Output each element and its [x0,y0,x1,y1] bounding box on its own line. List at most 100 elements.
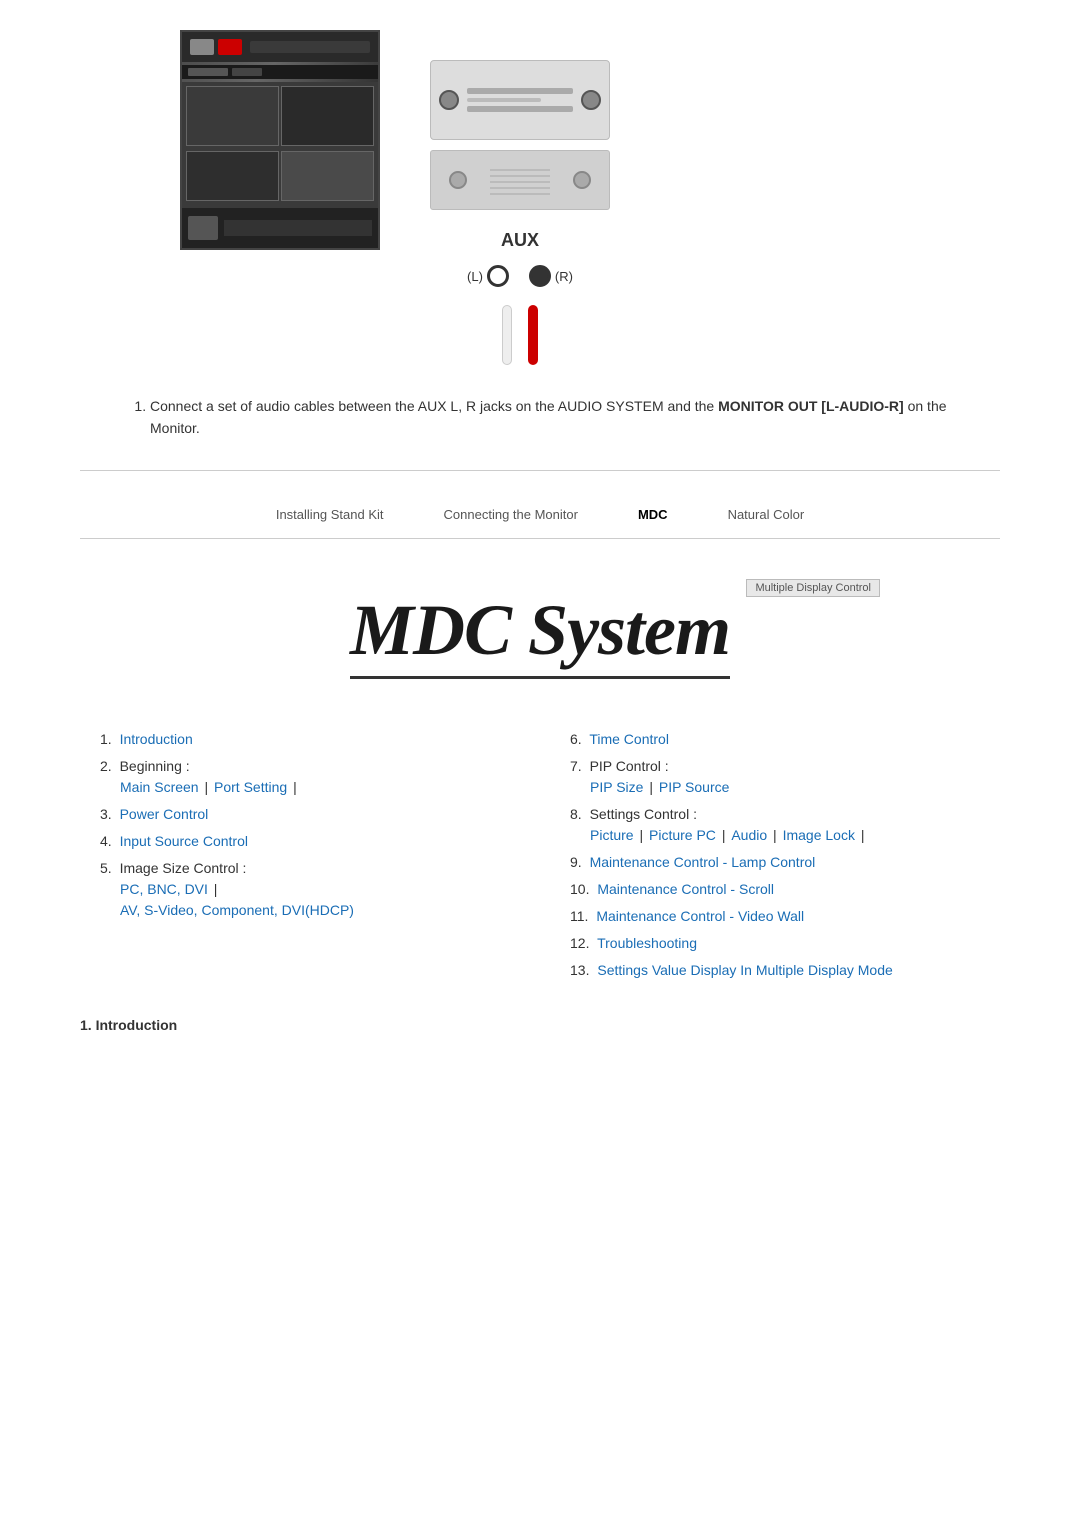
jack-circle-left [487,265,509,287]
toc-link-av-svideo[interactable]: AV, S-Video, Component, DVI(HDCP) [120,902,354,918]
audio-cables [502,305,538,365]
toc-link-scroll[interactable]: Maintenance Control - Scroll [597,881,774,897]
toc-num-4: 4. [100,833,112,849]
toc-link-audio[interactable]: Audio [731,827,767,843]
mdc-system-title: MDC System [350,589,730,679]
toc-sep: | [204,779,212,795]
toc-num-11: 11. [570,908,588,924]
top-images-section: AUX (L) (R) [80,30,1000,365]
toc-item-6: 6. Time Control [570,729,980,750]
toc-link-pip-source[interactable]: PIP Source [659,779,730,795]
cable-white [502,305,512,365]
toc-sep-3: | [214,881,218,897]
toc-item-8: 8. Settings Control : Picture | Picture … [570,804,980,846]
tab-connecting-monitor[interactable]: Connecting the Monitor [444,507,578,522]
toc-list-right: 6. Time Control 7. PIP Control : PIP Siz… [570,729,980,981]
toc-link-pc-bnc-dvi[interactable]: PC, BNC, DVI [120,881,208,897]
toc-link-image-lock[interactable]: Image Lock [783,827,855,843]
toc-item-13: 13. Settings Value Display In Multiple D… [570,960,980,981]
toc-num-10: 10. [570,881,589,897]
toc-label-pip: PIP Control : [590,758,669,774]
jack-left: (L) [467,265,509,287]
toc-link-port-setting[interactable]: Port Setting [214,779,287,795]
jack-r-label: (R) [555,269,573,284]
toc-item-9: 9. Maintenance Control - Lamp Control [570,852,980,873]
mdc-badge: Multiple Display Control [746,579,880,597]
toc-item-7: 7. PIP Control : PIP Size | PIP Source [570,756,980,798]
toc-sub-settings: Picture | Picture PC | Audio | Image Loc… [570,825,980,846]
tab-natural-color[interactable]: Natural Color [728,507,805,522]
section1-heading: 1. Introduction [80,1017,1000,1033]
toc-sep-pip: | [649,779,657,795]
cable-red [528,305,538,365]
toc-item-1: 1. Introduction [100,729,510,750]
toc-num-7: 7. [570,758,582,774]
toc-link-video-wall[interactable]: Maintenance Control - Video Wall [596,908,804,924]
audio-knob-left [439,90,459,110]
toc-item-2: 2. Beginning : Main Screen | Port Settin… [100,756,510,798]
toc-link-picture-pc[interactable]: Picture PC [649,827,716,843]
aux-jacks: (L) (R) [467,265,573,287]
jack-l-label: (L) [467,269,483,284]
toc-sep-s4: | [861,827,865,843]
toc-label-settings: Settings Control : [590,806,697,822]
monitor-image [180,30,380,250]
toc-num-5: 5. [100,860,112,876]
toc-link-introduction[interactable]: Introduction [120,731,193,747]
mdc-logo-area: Multiple Display Control MDC System [80,569,1000,699]
audio-device [430,60,610,140]
nav-tabs: Installing Stand Kit Connecting the Moni… [80,491,1000,539]
toc-sub-image-size: PC, BNC, DVI | [100,879,510,900]
toc-num-12: 12. [570,935,589,951]
toc-link-troubleshooting[interactable]: Troubleshooting [597,935,697,951]
toc-link-lamp-control[interactable]: Maintenance Control - Lamp Control [590,854,816,870]
toc-link-input-source-control[interactable]: Input Source Control [120,833,248,849]
toc-sep-s3: | [773,827,781,843]
toc-num-2: 2. [100,758,112,774]
toc-right: 6. Time Control 7. PIP Control : PIP Siz… [570,729,980,987]
section-divider [80,470,1000,471]
toc-item-12: 12. Troubleshooting [570,933,980,954]
monitor-button-red [218,39,242,55]
toc-link-pip-size[interactable]: PIP Size [590,779,643,795]
tab-installing-stand-kit[interactable]: Installing Stand Kit [276,507,384,522]
toc-num-8: 8. [570,806,582,822]
audio-device-secondary [430,150,610,210]
toc-item-5: 5. Image Size Control : PC, BNC, DVI | A… [100,858,510,921]
toc-label-image-size: Image Size Control : [120,860,247,876]
toc-num-6: 6. [570,731,582,747]
toc-item-3: 3. Power Control [100,804,510,825]
instruction-section: Connect a set of audio cables between th… [80,395,1000,440]
toc-num-1: 1. [100,731,112,747]
instruction-bold: MONITOR OUT [L-AUDIO-R] [718,398,904,414]
toc-sep-s1: | [639,827,647,843]
toc-sub-av: AV, S-Video, Component, DVI(HDCP) [100,900,510,921]
toc-link-settings-value[interactable]: Settings Value Display In Multiple Displ… [597,962,892,978]
toc-item-4: 4. Input Source Control [100,831,510,852]
jack-right: (R) [529,265,573,287]
toc-section: 1. Introduction 2. Beginning : Main Scre… [80,729,1000,987]
instruction-item-1: Connect a set of audio cables between th… [150,395,1000,440]
toc-list-left: 1. Introduction 2. Beginning : Main Scre… [100,729,510,921]
audio-knob-right [581,90,601,110]
toc-link-power-control[interactable]: Power Control [120,806,209,822]
jack-circle-right [529,265,551,287]
toc-item-11: 11. Maintenance Control - Video Wall [570,906,980,927]
toc-label-beginning: Beginning : [120,758,190,774]
toc-left: 1. Introduction 2. Beginning : Main Scre… [100,729,510,987]
toc-num-3: 3. [100,806,112,822]
toc-sep-s2: | [722,827,730,843]
toc-num-13: 13. [570,962,589,978]
toc-num-9: 9. [570,854,582,870]
toc-link-time-control[interactable]: Time Control [589,731,669,747]
tab-mdc[interactable]: MDC [638,507,668,522]
toc-link-picture[interactable]: Picture [590,827,634,843]
toc-link-main-screen[interactable]: Main Screen [120,779,199,795]
monitor-button [190,39,214,55]
toc-sub-pip: PIP Size | PIP Source [570,777,980,798]
toc-sep-2: | [293,779,297,795]
toc-sub-beginning: Main Screen | Port Setting | [100,777,510,798]
audio-system-image: AUX (L) (R) [420,60,620,365]
aux-label: AUX [501,230,539,251]
toc-item-10: 10. Maintenance Control - Scroll [570,879,980,900]
